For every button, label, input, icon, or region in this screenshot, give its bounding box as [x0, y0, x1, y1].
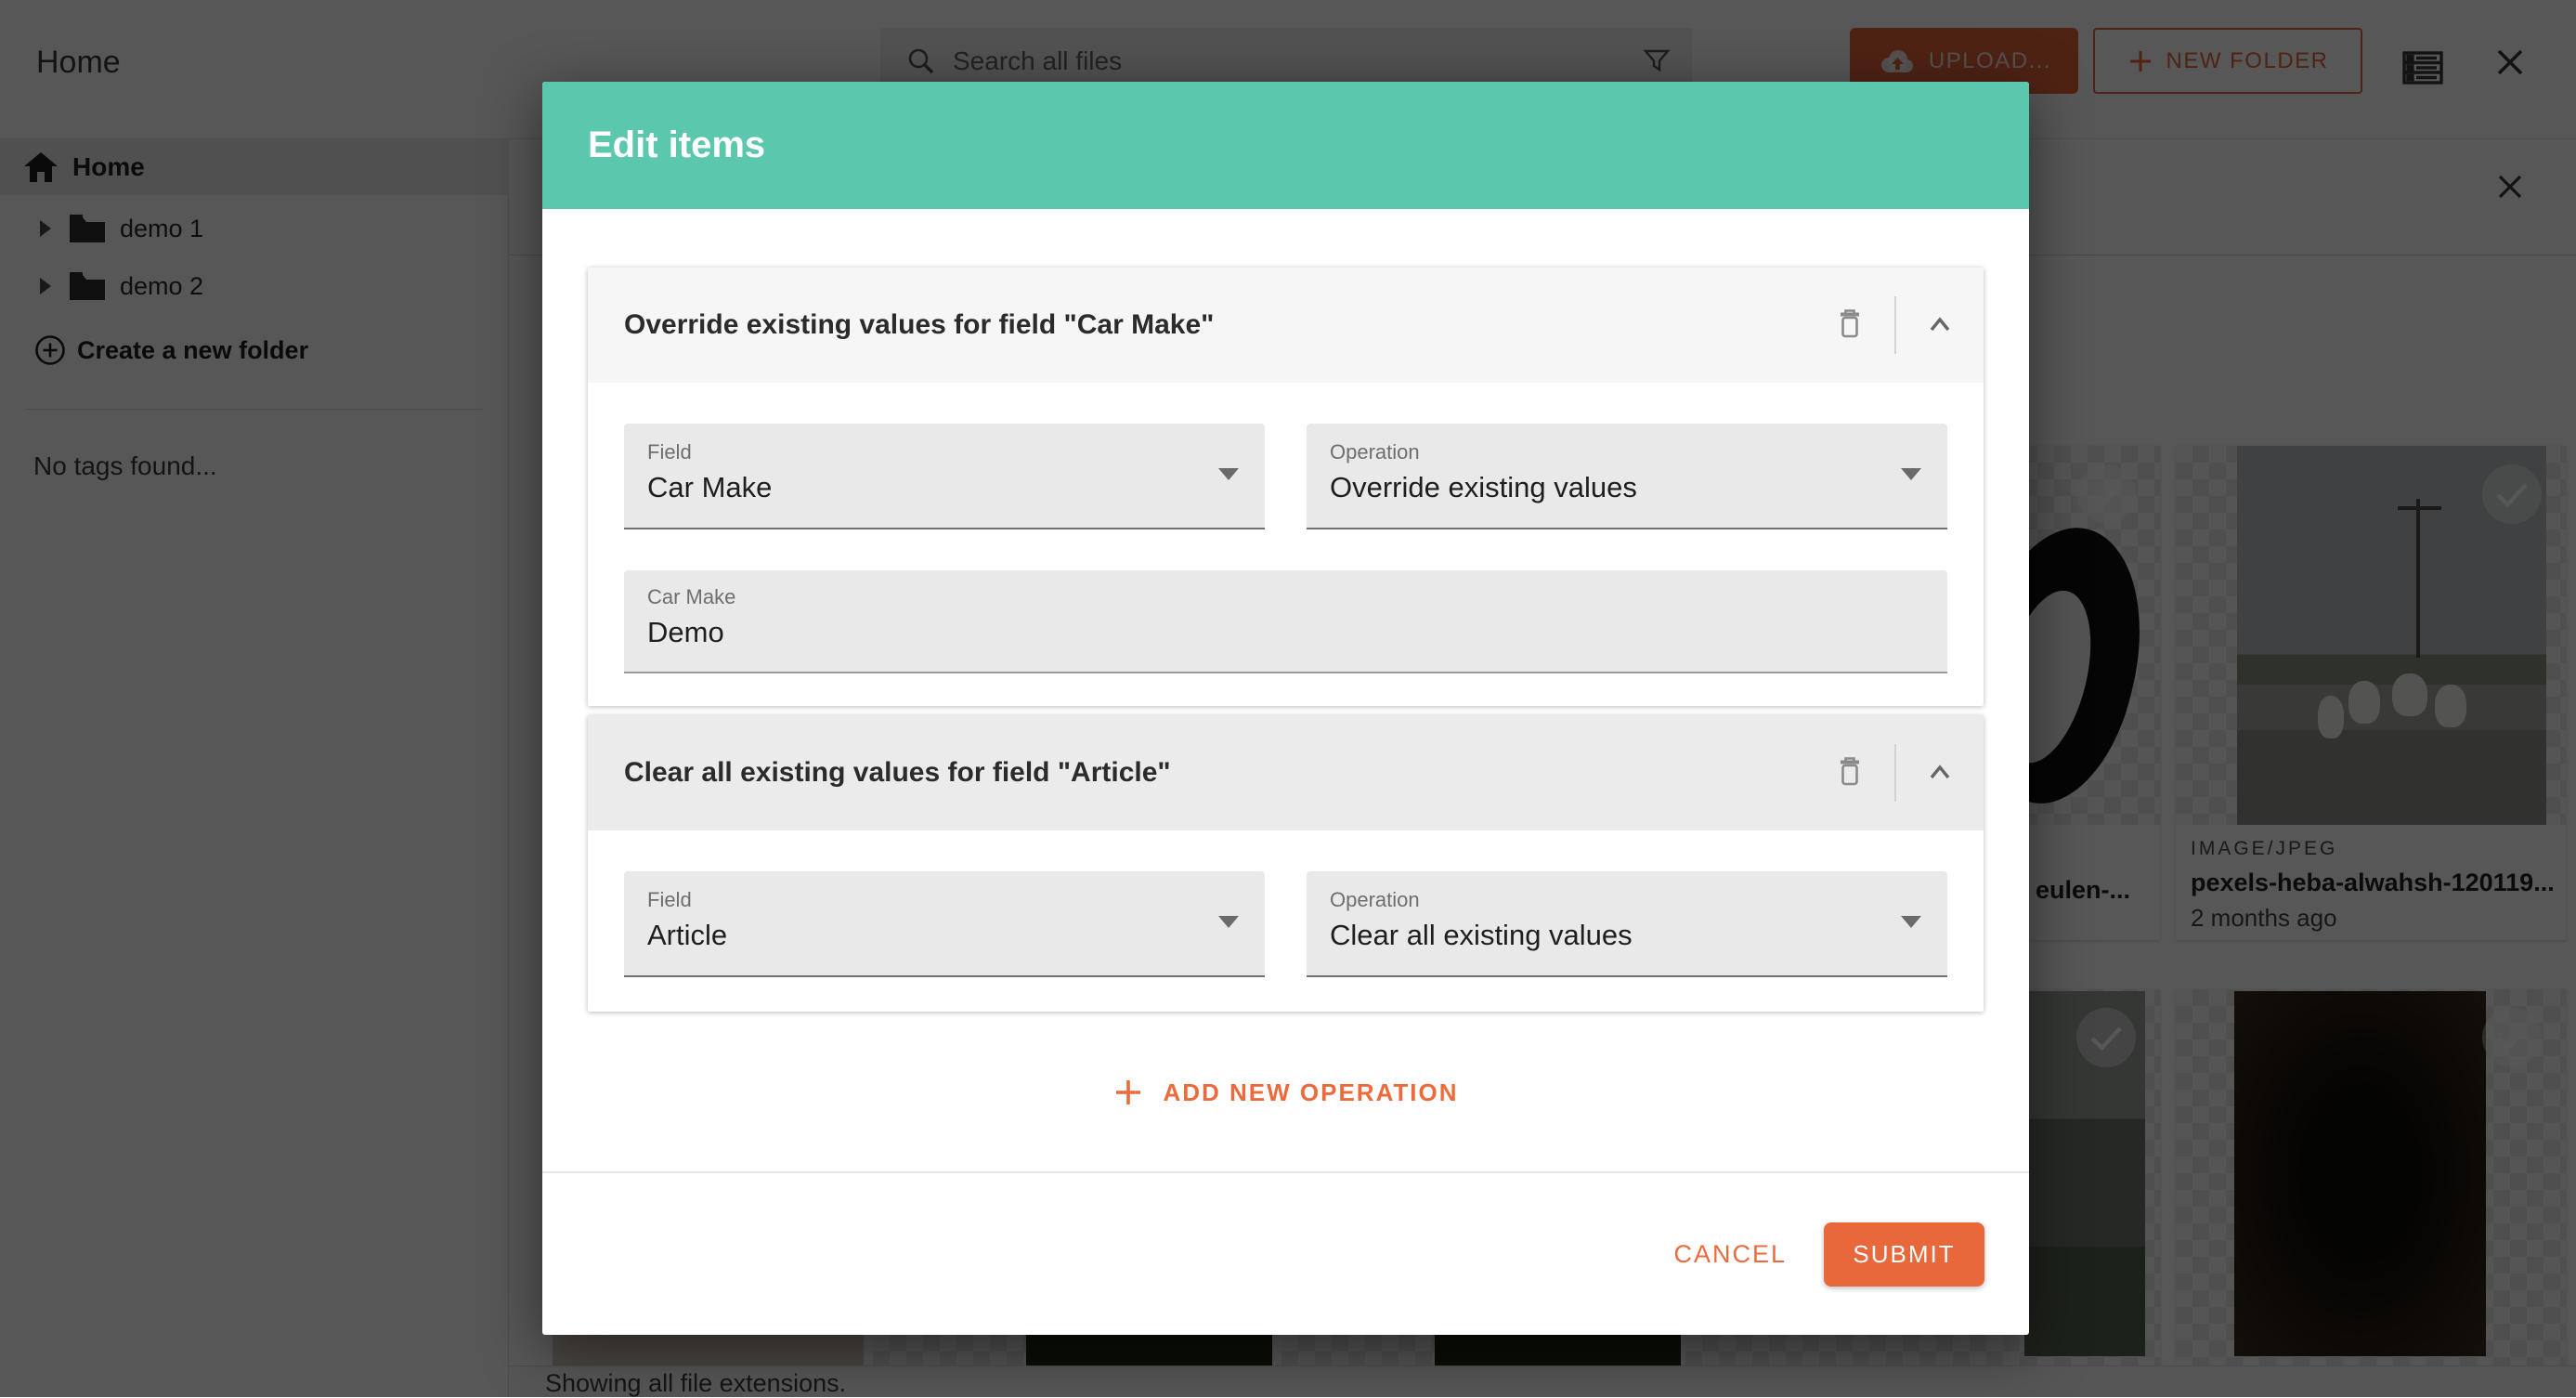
dropdown-caret-icon: [1901, 916, 1921, 928]
select-value: Override existing values: [1330, 471, 1947, 504]
operation-heading: Override existing values for field "Car …: [624, 309, 1833, 341]
operation-heading: Clear all existing values for field "Art…: [624, 757, 1833, 789]
select-label: Field: [647, 440, 1265, 464]
field-select[interactable]: Field Car Make: [624, 424, 1265, 529]
header-divider: [1894, 296, 1896, 354]
delete-operation-button[interactable]: [1833, 306, 1867, 346]
dialog-footer: CANCEL SUBMIT: [542, 1171, 2029, 1335]
value-input[interactable]: Car Make Demo: [624, 570, 1947, 673]
dialog-header: Edit items: [542, 82, 2029, 209]
select-label: Operation: [1330, 888, 1947, 912]
header-divider: [1894, 744, 1896, 802]
operation-card-header: Clear all existing values for field "Art…: [588, 715, 1984, 830]
field-select[interactable]: Field Article: [624, 871, 1265, 977]
operation-select[interactable]: Operation Clear all existing values: [1307, 871, 1947, 977]
add-new-operation-label: ADD NEW OPERATION: [1163, 1078, 1458, 1107]
select-label: Field: [647, 888, 1265, 912]
trash-icon: [1833, 306, 1867, 343]
operation-card-header: Override existing values for field "Car …: [588, 268, 1984, 383]
chevron-up-icon: [1924, 311, 1956, 337]
collapse-operation-button[interactable]: [1924, 311, 1956, 340]
field-operation-row: Field Car Make Operation Override existi…: [624, 424, 1947, 529]
operation-card-2: Clear all existing values for field "Art…: [588, 715, 1984, 1012]
operation-card-1: Override existing values for field "Car …: [588, 268, 1984, 706]
input-label: Car Make: [647, 585, 1947, 609]
select-value: Article: [647, 919, 1265, 952]
submit-button[interactable]: SUBMIT: [1824, 1222, 1984, 1287]
collapse-operation-button[interactable]: [1924, 759, 1956, 788]
field-operation-row: Field Article Operation Clear all existi…: [624, 871, 1947, 977]
operation-select[interactable]: Operation Override existing values: [1307, 424, 1947, 529]
delete-operation-button[interactable]: [1833, 753, 1867, 793]
plus-icon: [1112, 1077, 1144, 1108]
dropdown-caret-icon: [1218, 468, 1239, 480]
select-value: Car Make: [647, 471, 1265, 504]
input-value: Demo: [647, 616, 1947, 649]
dropdown-caret-icon: [1901, 468, 1921, 480]
dropdown-caret-icon: [1218, 916, 1239, 928]
select-value: Clear all existing values: [1330, 919, 1947, 952]
cancel-button[interactable]: CANCEL: [1673, 1240, 1787, 1269]
dialog-body: Override existing values for field "Car …: [542, 209, 2029, 1171]
chevron-up-icon: [1924, 759, 1956, 785]
trash-icon: [1833, 753, 1867, 790]
select-label: Operation: [1330, 440, 1947, 464]
operation-card-body: Field Article Operation Clear all existi…: [588, 830, 1984, 1012]
add-new-operation-button[interactable]: ADD NEW OPERATION: [1026, 1065, 1546, 1120]
edit-items-dialog: Edit items Override existing values for …: [542, 82, 2029, 1335]
dialog-title: Edit items: [588, 124, 765, 166]
operation-card-body: Field Car Make Operation Override existi…: [588, 383, 1984, 706]
